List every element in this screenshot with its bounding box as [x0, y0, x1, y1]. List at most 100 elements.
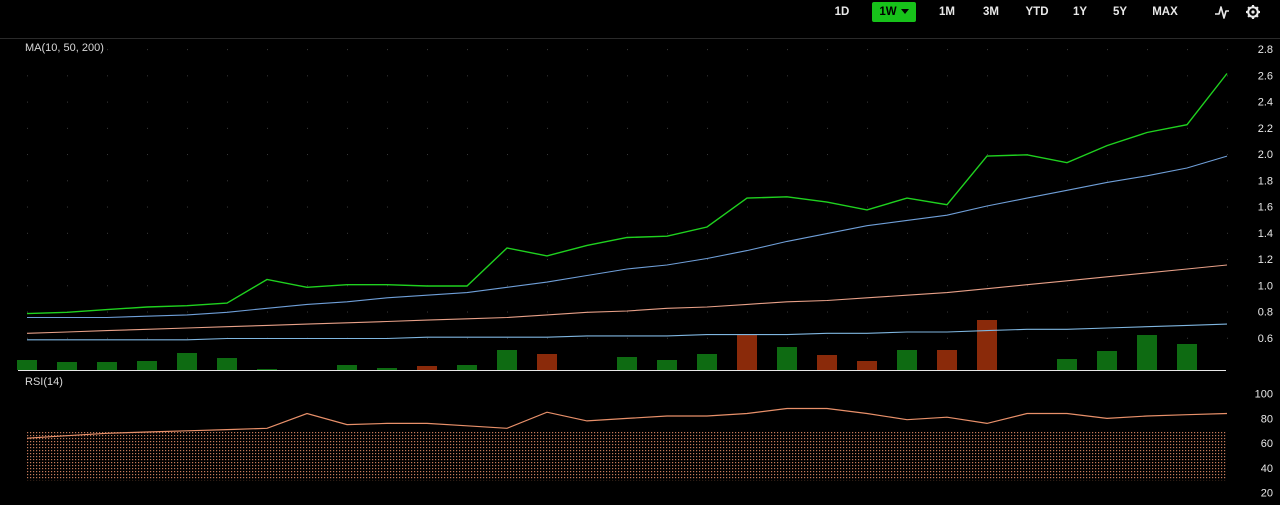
- y-tick-label: 0.6: [1258, 333, 1273, 345]
- grid-dot: [1067, 206, 1068, 208]
- grid-dot: [627, 75, 628, 77]
- grid-dot: [707, 127, 708, 129]
- grid-dot: [867, 206, 868, 208]
- volume-bar: [417, 366, 437, 370]
- grid-dot: [787, 311, 788, 313]
- grid-dot: [267, 49, 268, 51]
- grid-dot: [787, 206, 788, 208]
- grid-dot: [147, 232, 148, 234]
- grid-dot: [467, 311, 468, 313]
- grid-dot: [827, 285, 828, 287]
- grid-dot: [1027, 337, 1028, 339]
- grid-dot: [947, 101, 948, 103]
- volume-bar: [737, 334, 757, 370]
- grid-dot: [827, 127, 828, 129]
- grid-dot: [307, 259, 308, 261]
- grid-dot: [1027, 127, 1028, 129]
- grid-dot: [587, 127, 588, 129]
- grid-dot: [467, 49, 468, 51]
- grid-dot: [1147, 232, 1148, 234]
- grid-dot: [147, 285, 148, 287]
- grid-dot: [387, 127, 388, 129]
- grid-dot: [1107, 127, 1108, 129]
- grid-dot: [227, 259, 228, 261]
- grid-dot: [627, 206, 628, 208]
- grid-dot: [1107, 311, 1108, 313]
- grid-dot: [987, 311, 988, 313]
- grid-dot: [27, 337, 28, 339]
- volume-bar: [97, 362, 117, 370]
- grid-dot: [547, 259, 548, 261]
- grid-dot: [227, 232, 228, 234]
- grid-dot: [507, 232, 508, 234]
- grid-dot: [67, 154, 68, 156]
- grid-dot: [507, 206, 508, 208]
- grid-dot: [1187, 75, 1188, 77]
- grid-dot: [667, 154, 668, 156]
- grid-dot: [747, 311, 748, 313]
- grid-dot: [1187, 127, 1188, 129]
- grid-dot: [1107, 154, 1108, 156]
- grid-dot: [1027, 232, 1028, 234]
- grid-dot: [867, 337, 868, 339]
- grid-dot: [547, 232, 548, 234]
- grid-dot: [27, 127, 28, 129]
- grid-dot: [347, 206, 348, 208]
- grid-dot: [507, 180, 508, 182]
- volume-bar: [897, 350, 917, 370]
- grid-dot: [667, 232, 668, 234]
- grid-dot: [107, 75, 108, 77]
- grid-dot: [1147, 75, 1148, 77]
- grid-dot: [747, 49, 748, 51]
- grid-dot: [347, 285, 348, 287]
- grid-dot: [747, 101, 748, 103]
- grid-dot: [787, 101, 788, 103]
- grid-dot: [307, 206, 308, 208]
- grid-dot: [27, 49, 28, 51]
- grid-dot: [507, 101, 508, 103]
- volume-bar: [1137, 335, 1157, 370]
- grid-dot: [467, 337, 468, 339]
- grid-dot: [1227, 311, 1228, 313]
- grid-dot: [827, 154, 828, 156]
- grid-dot: [107, 180, 108, 182]
- grid-dot: [467, 127, 468, 129]
- grid-dot: [1187, 101, 1188, 103]
- grid-dot: [387, 180, 388, 182]
- y-tick-label: 2.6: [1258, 70, 1273, 82]
- grid-dot: [827, 49, 828, 51]
- grid-dot: [667, 285, 668, 287]
- grid-dot: [827, 206, 828, 208]
- volume-bar: [697, 354, 717, 370]
- grid-dot: [947, 311, 948, 313]
- grid-dot: [147, 101, 148, 103]
- grid-dot: [547, 180, 548, 182]
- grid-dot: [1227, 154, 1228, 156]
- grid-dot: [1067, 101, 1068, 103]
- grid-dot: [547, 206, 548, 208]
- grid-dot: [667, 49, 668, 51]
- grid-dot: [1147, 259, 1148, 261]
- grid-dot: [27, 285, 28, 287]
- grid-dot: [947, 75, 948, 77]
- grid-dot: [947, 232, 948, 234]
- grid-dot: [627, 154, 628, 156]
- grid-dot: [827, 311, 828, 313]
- grid-dot: [1067, 49, 1068, 51]
- price-chart[interactable]: 2.8 2.6 2.4 2.2 2.0 1.8 1.6 1.4 1.2 1.0 0.8 0.6 100 8…: [0, 0, 1280, 505]
- grid-dot: [907, 75, 908, 77]
- y-tick-label: 1.8: [1258, 175, 1273, 187]
- grid-dot: [707, 259, 708, 261]
- grid-dot: [147, 259, 148, 261]
- grid-dot: [507, 259, 508, 261]
- grid-dot: [347, 311, 348, 313]
- grid-dot: [867, 49, 868, 51]
- grid-dot: [307, 180, 308, 182]
- grid-dot: [907, 180, 908, 182]
- y-tick-label: 1.0: [1258, 280, 1273, 292]
- grid-dot: [427, 154, 428, 156]
- grid-dot: [1067, 127, 1068, 129]
- grid-dot: [787, 75, 788, 77]
- grid-dot: [627, 49, 628, 51]
- grid-dot: [507, 75, 508, 77]
